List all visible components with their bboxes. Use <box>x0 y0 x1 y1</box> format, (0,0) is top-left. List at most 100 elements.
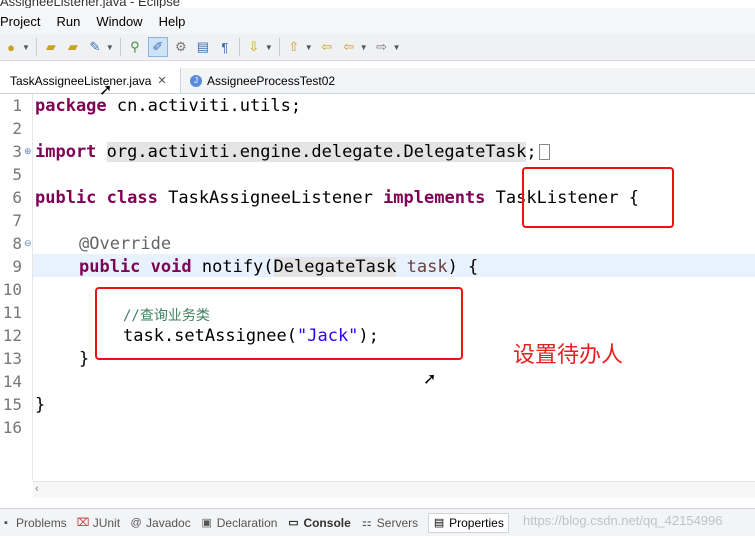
chevron-down-icon[interactable]: ▼ <box>360 43 368 52</box>
open-folder-icon[interactable]: ▰ <box>42 38 60 56</box>
line-number-gutter: 1 2 3 ⊕ 5 6 7 8 ⊖ 9 10 11 12 13 14 15 16 <box>0 94 33 480</box>
horizontal-scrollbar[interactable]: ‹ <box>33 481 755 498</box>
run-icon[interactable]: ● <box>2 38 20 56</box>
tab-problems[interactable]: ▪ Problems <box>0 516 67 530</box>
search-icon[interactable]: ✎ <box>86 38 104 56</box>
menu-bar: Project Run Window Help <box>0 8 755 34</box>
code-text: ) { <box>447 257 479 277</box>
declaration-icon: ▣ <box>201 516 212 529</box>
back-icon[interactable]: ⇦ <box>340 38 358 56</box>
highlight-box-tasklistener <box>522 167 674 228</box>
tab-label: Console <box>303 515 351 530</box>
scroll-left-icon[interactable]: ‹ <box>35 483 39 495</box>
code-text: cn.activiti.utils; <box>106 96 302 116</box>
junit-icon: ⌧ <box>76 516 90 529</box>
line-number: 2 <box>12 119 22 138</box>
console-icon: ▭ <box>288 516 299 529</box>
forward-icon[interactable]: ⇨ <box>373 38 391 56</box>
mouse-cursor-icon: ➚ <box>99 82 113 99</box>
code-line: } <box>79 349 89 369</box>
watermark: https://blog.csdn.net/qq_42154996 <box>523 513 723 528</box>
tab-label: Properties <box>449 515 504 530</box>
problems-icon: ▪ <box>4 516 8 529</box>
annotation-note: 设置待办人 <box>513 343 624 368</box>
open-type-icon[interactable]: ▰ <box>64 38 82 56</box>
highlight-icon[interactable]: ✐ <box>147 37 168 57</box>
next-edit-icon[interactable]: ⇩ <box>245 38 263 56</box>
method-name: notify( <box>201 257 274 277</box>
chevron-down-icon[interactable]: ▼ <box>393 43 401 52</box>
menu-window[interactable]: Window <box>88 14 150 29</box>
line-number: 9 <box>12 257 22 276</box>
line-number: 7 <box>12 211 22 230</box>
tab-junit[interactable]: ⌧ JUnit <box>77 516 120 530</box>
collapsed-imports-marker[interactable] <box>538 144 550 160</box>
keyword: public <box>79 257 141 277</box>
code-editor[interactable]: 1 2 3 ⊕ 5 6 7 8 ⊖ 9 10 11 12 13 14 15 16… <box>0 82 755 480</box>
show-whitespace-icon[interactable]: ¶ <box>216 38 234 56</box>
line-number: 13 <box>2 349 22 368</box>
tab-label: AssigneeProcessTest02 <box>207 73 336 88</box>
line-number: 16 <box>2 418 22 437</box>
line-number: 1 <box>12 96 22 115</box>
line-number: 15 <box>2 395 22 414</box>
line-number: 14 <box>2 372 22 391</box>
tab-task-assignee-listener[interactable]: TaskAssigneeListener.java ✕ <box>0 68 181 93</box>
tab-label: Javadoc <box>146 515 191 530</box>
at-icon: @ <box>130 516 142 529</box>
tab-label: Problems <box>16 515 67 530</box>
collapse-fold-icon[interactable]: ⊖ <box>24 238 32 249</box>
toolbar-separator <box>119 38 121 56</box>
line-number: 5 <box>12 165 22 184</box>
mouse-cursor-icon: ➚ <box>423 371 437 388</box>
chevron-down-icon[interactable]: ▼ <box>305 43 313 52</box>
tab-declaration[interactable]: ▣ Declaration <box>201 516 278 530</box>
keyword: implements <box>383 188 486 208</box>
tab-label: Servers <box>376 515 419 530</box>
class-name: TaskAssigneeListener <box>168 188 373 208</box>
tab-label: Declaration <box>216 515 278 530</box>
code-line: import org.activiti.engine.delegate.Dele… <box>35 142 550 162</box>
chevron-down-icon[interactable]: ▼ <box>22 43 30 52</box>
toolbar-separator <box>278 38 280 56</box>
code-text: } <box>79 349 90 369</box>
code-line: package cn.activiti.utils; <box>35 96 301 116</box>
code-line: @Override <box>79 234 171 254</box>
line-number: 8 <box>12 234 22 253</box>
menu-run[interactable]: Run <box>48 14 88 29</box>
toggle-mark-icon[interactable]: ⚙ <box>172 38 190 56</box>
close-icon[interactable]: ✕ <box>157 74 166 87</box>
import-package: org.activiti.engine.delegate.DelegateTas… <box>106 142 527 162</box>
tab-javadoc[interactable]: @ Javadoc <box>130 515 191 530</box>
editor-tab-bar: TaskAssigneeListener.java ✕ J AssigneePr… <box>0 68 755 94</box>
chevron-down-icon[interactable]: ▼ <box>106 43 114 52</box>
line-number: 10 <box>2 280 22 299</box>
last-edit-location-icon[interactable]: ⇦ <box>318 38 336 56</box>
code-line: } <box>35 395 45 415</box>
window-title: AssigneeListener.java - Eclipse <box>0 0 180 9</box>
tab-label: TaskAssigneeListener.java <box>10 73 152 88</box>
tab-assignee-process-test[interactable]: J AssigneeProcessTest02 <box>186 68 356 93</box>
previous-edit-icon[interactable]: ⇧ <box>285 38 303 56</box>
line-number: 3 <box>12 142 22 161</box>
toolbar-separator <box>238 38 240 56</box>
servers-icon: ⚏ <box>361 516 372 529</box>
param-name: task <box>406 257 448 277</box>
keyword: import <box>35 142 97 162</box>
chevron-down-icon[interactable]: ▼ <box>265 43 273 52</box>
code-text: ; <box>526 142 537 162</box>
line-number: 12 <box>2 326 22 345</box>
next-annotation-icon[interactable]: ⚲ <box>126 38 144 56</box>
main-toolbar: ● ▼ ▰ ▰ ✎ ▼ ⚲ ✐ ⚙ ▤ ¶ ⇩ ▼ ⇧ ▼ ⇦ ⇦ ▼ ⇨ ▼ <box>0 34 755 61</box>
tab-properties[interactable]: ▤ Properties <box>428 512 509 533</box>
menu-project[interactable]: Project <box>0 14 48 29</box>
toolbar-separator <box>35 38 37 56</box>
expand-fold-icon[interactable]: ⊕ <box>24 146 32 157</box>
tab-console[interactable]: ▭ Console <box>287 515 351 530</box>
junit-test-icon: J <box>190 74 202 87</box>
menu-help[interactable]: Help <box>151 14 194 29</box>
properties-icon: ▤ <box>433 516 445 529</box>
block-selection-icon[interactable]: ▤ <box>194 38 212 56</box>
tab-servers[interactable]: ⚏ Servers <box>361 516 418 530</box>
keyword: package <box>35 96 107 116</box>
